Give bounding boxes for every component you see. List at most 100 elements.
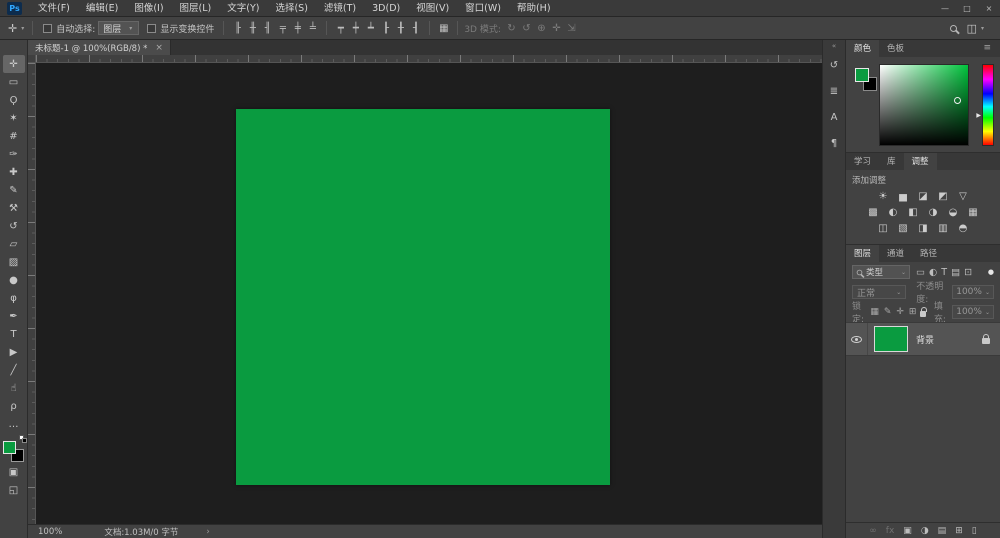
tool-preset-arrow-icon[interactable]: ▾	[21, 25, 24, 32]
brush-tool[interactable]: ✎	[3, 181, 25, 199]
status-options-chevron-icon[interactable]: ›	[206, 527, 209, 537]
opacity-field[interactable]: 100% ⌄	[952, 285, 994, 299]
rectangular-marquee-tool[interactable]: ▭	[3, 73, 25, 91]
hue-slider-arrow-icon[interactable]: ▶	[976, 112, 981, 119]
dodge-tool[interactable]: φ	[3, 289, 25, 307]
selective-color-icon[interactable]: ◓	[955, 222, 971, 235]
menu-item[interactable]: 选择(S)	[267, 0, 315, 16]
lock-artboard-icon[interactable]: ⊞	[909, 307, 917, 317]
menu-item[interactable]: 文件(F)	[30, 0, 78, 16]
color-balance-icon[interactable]: ◐	[885, 206, 901, 219]
3d-rotate-icon[interactable]: ↻	[504, 23, 519, 34]
canvas-area[interactable]	[28, 55, 822, 524]
close-button[interactable]: ×	[978, 0, 1000, 17]
color-lookup-icon[interactable]: ▦	[965, 206, 981, 219]
link-layers-icon[interactable]: ∞	[869, 526, 877, 536]
saturation-brightness-field[interactable]	[879, 64, 969, 146]
clone-stamp-tool[interactable]: ⚒	[3, 199, 25, 217]
threshold-icon[interactable]: ◨	[915, 222, 931, 235]
lock-all-icon[interactable]	[920, 311, 925, 317]
tab-libraries[interactable]: 库	[879, 153, 904, 170]
exposure-icon[interactable]: ◩	[935, 190, 951, 203]
layer-style-icon[interactable]: fx	[886, 526, 895, 536]
filter-adjustment-layers-icon[interactable]: ◐	[929, 267, 937, 278]
background-lock-icon[interactable]	[982, 338, 990, 344]
tab-channels[interactable]: 通道	[879, 245, 912, 262]
align-bottom-edges-icon[interactable]: ╧	[305, 23, 320, 34]
quick-mask-button[interactable]: ▣	[3, 463, 25, 481]
history-brush-tool[interactable]: ↺	[3, 217, 25, 235]
document-canvas[interactable]	[236, 109, 610, 485]
lock-image-pixels-icon[interactable]: ✎	[884, 307, 892, 317]
align-right-edges-icon[interactable]: ╢	[260, 23, 275, 34]
3d-roll-icon[interactable]: ↺	[519, 23, 534, 34]
filter-toggle-icon[interactable]: ●	[988, 268, 994, 276]
tab-adjustments[interactable]: 调整	[904, 153, 937, 170]
delete-layer-icon[interactable]: ▯	[972, 526, 977, 536]
pen-tool[interactable]: ✒	[3, 307, 25, 325]
move-tool[interactable]: ✛	[3, 55, 25, 73]
foreground-color-swatch[interactable]	[855, 68, 869, 82]
menu-item[interactable]: 文字(Y)	[219, 0, 267, 16]
tab-color[interactable]: 颜色	[846, 40, 879, 57]
layer-thumbnail[interactable]	[874, 326, 908, 352]
menu-item[interactable]: 图像(I)	[126, 0, 171, 16]
filter-type-layers-icon[interactable]: T	[941, 267, 947, 278]
levels-icon[interactable]: ▅	[895, 190, 911, 203]
channel-mixer-icon[interactable]: ◒	[945, 206, 961, 219]
3d-scale-icon[interactable]: ⇲	[564, 23, 579, 34]
align-left-edges-icon[interactable]: ╟	[230, 23, 245, 34]
menu-item[interactable]: 滤镜(T)	[316, 0, 364, 16]
foreground-color-swatch[interactable]	[3, 441, 16, 454]
line-tool[interactable]: ╱	[3, 361, 25, 379]
distribute-top-edges-icon[interactable]: ┯	[333, 23, 348, 34]
filter-group-layers-icon[interactable]: ▤	[951, 267, 960, 278]
gradient-map-icon[interactable]: ▥	[935, 222, 951, 235]
zoom-level-field[interactable]: 100%	[38, 527, 62, 537]
brightness-contrast-icon[interactable]: ☀	[875, 190, 891, 203]
path-selection-tool[interactable]: ▶	[3, 343, 25, 361]
visibility-cell[interactable]	[846, 323, 868, 355]
auto-select-checkbox[interactable]	[43, 24, 52, 33]
photo-filter-icon[interactable]: ◑	[925, 206, 941, 219]
zoom-tool[interactable]: ρ	[3, 397, 25, 415]
menu-item[interactable]: 帮助(H)	[509, 0, 559, 16]
menu-item[interactable]: 窗口(W)	[457, 0, 509, 16]
tab-learn[interactable]: 学习	[846, 153, 879, 170]
align-horizontal-centers-icon[interactable]: ╫	[245, 23, 260, 34]
auto-select-dropdown[interactable]: 图层 ▾	[98, 21, 139, 35]
lasso-tool[interactable]: Ϙ	[3, 91, 25, 109]
eyedropper-tool[interactable]: ✑	[3, 145, 25, 163]
fill-field[interactable]: 100% ⌄	[952, 305, 994, 319]
character-panel-icon[interactable]: A	[825, 106, 844, 128]
3d-drag-icon[interactable]: ⊕	[534, 23, 549, 34]
distribute-bottom-edges-icon[interactable]: ┷	[363, 23, 378, 34]
minimize-button[interactable]: —	[934, 0, 956, 17]
filter-smart-objects-icon[interactable]: ⊡	[964, 267, 972, 278]
type-tool[interactable]: T	[3, 325, 25, 343]
show-transform-checkbox[interactable]	[147, 24, 156, 33]
document-tab[interactable]: 未标题-1 @ 100%(RGB/8) * ×	[28, 40, 171, 55]
history-panel-icon[interactable]: ↺	[825, 54, 844, 76]
tab-swatches[interactable]: 色板	[879, 40, 912, 57]
blend-mode-dropdown[interactable]: 正常 ⌄	[852, 285, 906, 299]
gradient-tool[interactable]: ▨	[3, 253, 25, 271]
distribute-right-edges-icon[interactable]: ┨	[408, 23, 423, 34]
align-vertical-centers-icon[interactable]: ╪	[290, 23, 305, 34]
hand-tool[interactable]: ☝	[3, 379, 25, 397]
eye-icon[interactable]	[851, 336, 862, 343]
search-icon[interactable]	[950, 25, 957, 32]
properties-panel-icon[interactable]: ≣	[825, 80, 844, 102]
restore-button[interactable]: □	[956, 0, 978, 17]
posterize-icon[interactable]: ▧	[895, 222, 911, 235]
menu-item[interactable]: 图层(L)	[172, 0, 220, 16]
blur-tool[interactable]: ●	[3, 271, 25, 289]
new-layer-icon[interactable]: ⊞	[955, 526, 963, 536]
workspace-switcher-icon[interactable]: ◫	[967, 22, 977, 35]
hue-saturation-icon[interactable]: ▩	[865, 206, 881, 219]
menu-item[interactable]: 视图(V)	[408, 0, 457, 16]
curves-icon[interactable]: ◪	[915, 190, 931, 203]
layer-row-background[interactable]: 背景	[846, 322, 1000, 356]
lock-transparent-pixels-icon[interactable]: ▦	[870, 307, 879, 317]
3d-slide-icon[interactable]: ✛	[549, 23, 564, 34]
